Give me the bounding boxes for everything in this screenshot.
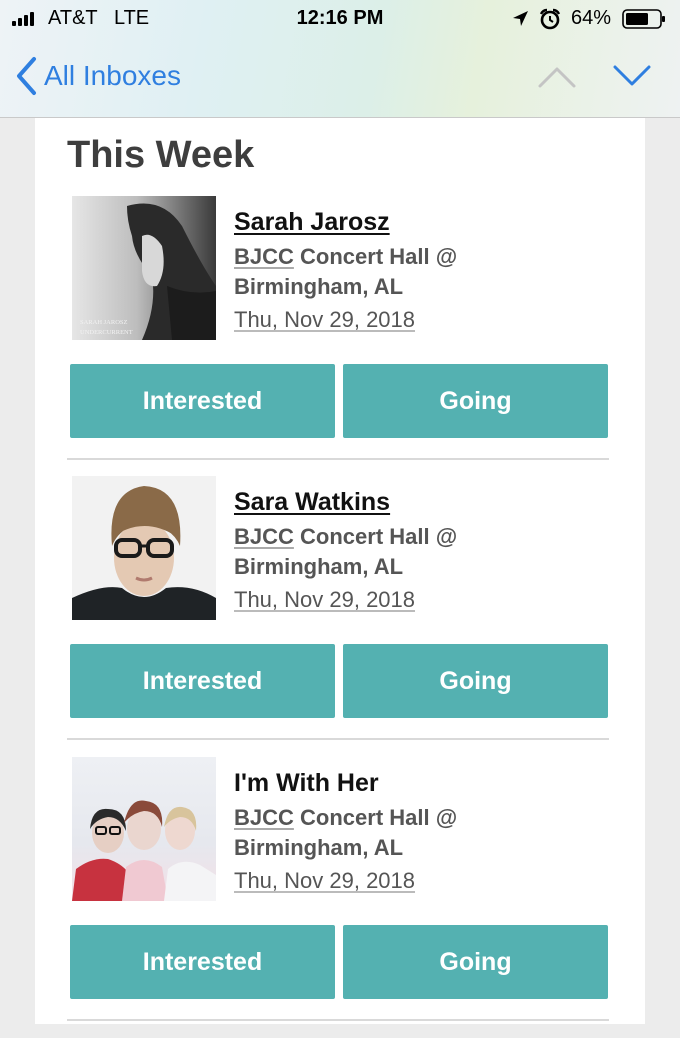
cover-text-album: UNDERCURRENT bbox=[80, 329, 133, 336]
going-button[interactable]: Going bbox=[343, 644, 608, 718]
interested-button[interactable]: Interested bbox=[70, 644, 335, 718]
venue-name: Concert Hall @ bbox=[293, 524, 458, 549]
band-photo-im-with-her[interactable] bbox=[72, 757, 216, 901]
venue-abbr: BJCC bbox=[234, 244, 294, 269]
event-date: Thu, Nov 29, 2018 bbox=[234, 587, 416, 612]
chevron-left-icon bbox=[17, 57, 36, 95]
battery-percent: 64% bbox=[571, 7, 612, 29]
interested-button[interactable]: Interested bbox=[70, 364, 335, 438]
section-title: This Week bbox=[67, 134, 255, 176]
back-button[interactable]: All Inboxes bbox=[14, 56, 181, 96]
venue-city: Birmingham, AL bbox=[234, 835, 404, 860]
venue-city: Birmingham, AL bbox=[234, 554, 404, 579]
event-item: SARAH JAROSZ UNDERCURRENT Sarah Jarosz B… bbox=[35, 196, 645, 477]
venue-text: BJCC Concert Hall @ Birmingham, AL bbox=[234, 522, 457, 582]
previous-message-chevron-up-icon[interactable] bbox=[537, 62, 577, 90]
artist-link[interactable]: Sarah Jarosz bbox=[234, 208, 390, 237]
artist-link[interactable]: Sara Watkins bbox=[234, 488, 390, 517]
venue-city: Birmingham, AL bbox=[234, 274, 404, 299]
location-arrow-icon bbox=[513, 11, 528, 26]
album-art-sarah-jarosz[interactable]: SARAH JAROSZ UNDERCURRENT bbox=[72, 196, 216, 340]
status-bar: AT&T LTE 12:16 PM 64% bbox=[0, 0, 680, 40]
event-item: I'm With Her BJCC Concert Hall @ Birming… bbox=[35, 757, 645, 1038]
going-button[interactable]: Going bbox=[343, 364, 608, 438]
top-bar: AT&T LTE 12:16 PM 64% All Inboxes bbox=[0, 0, 680, 118]
venue-name: Concert Hall @ bbox=[293, 805, 458, 830]
divider bbox=[67, 1019, 609, 1021]
back-label: All Inboxes bbox=[44, 60, 181, 91]
divider bbox=[67, 738, 609, 740]
event-item: Sara Watkins BJCC Concert Hall @ Birming… bbox=[35, 476, 645, 757]
artist-link[interactable]: I'm With Her bbox=[234, 769, 379, 798]
event-date: Thu, Nov 29, 2018 bbox=[234, 307, 416, 332]
venue-abbr: BJCC bbox=[234, 524, 294, 549]
cover-text-artist: SARAH JAROSZ bbox=[80, 319, 128, 326]
venue-text: BJCC Concert Hall @ Birmingham, AL bbox=[234, 242, 457, 302]
venue-text: BJCC Concert Hall @ Birmingham, AL bbox=[234, 803, 457, 863]
venue-name: Concert Hall @ bbox=[293, 244, 458, 269]
interested-button[interactable]: Interested bbox=[70, 925, 335, 999]
venue-abbr: BJCC bbox=[234, 805, 294, 830]
event-date: Thu, Nov 29, 2018 bbox=[234, 868, 416, 893]
next-message-chevron-down-icon[interactable] bbox=[612, 62, 652, 90]
email-body: This Week SARAH JAROSZ UNDERCURRENT Sara… bbox=[35, 118, 645, 1024]
going-button[interactable]: Going bbox=[343, 925, 608, 999]
battery-icon bbox=[622, 9, 665, 29]
alarm-clock-icon bbox=[539, 8, 561, 30]
artist-photo-sara-watkins[interactable] bbox=[72, 476, 216, 620]
divider bbox=[67, 458, 609, 460]
